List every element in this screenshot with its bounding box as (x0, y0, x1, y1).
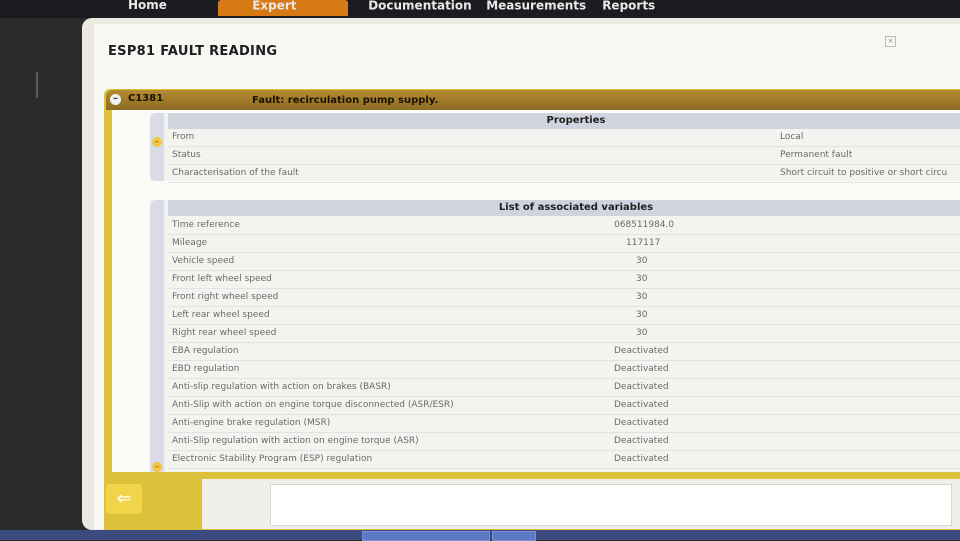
property-label: From (172, 132, 195, 142)
properties-collapse-icon[interactable]: – (152, 137, 162, 147)
variable-label: Anti-engine brake regulation (MSR) (172, 418, 331, 428)
fault-header[interactable]: – C1381 Fault: recirculation pump supply… (106, 90, 960, 110)
property-value: Permanent fault (780, 150, 853, 160)
variables-collapse-icon[interactable]: – (152, 462, 162, 472)
table-row: Anti-Slip regulation with action on engi… (168, 433, 960, 451)
variable-label: Vehicle speed (172, 256, 235, 266)
variable-label: Anti-Slip with action on engine torque d… (172, 400, 454, 410)
tab-expert[interactable]: Expert (218, 0, 348, 16)
property-label: Status (172, 150, 201, 160)
variable-value: Deactivated (614, 454, 669, 464)
variable-label: Front right wheel speed (172, 292, 279, 302)
back-arrow-icon: ⇐ (116, 488, 132, 509)
table-row: Mileage 117117 (168, 235, 960, 253)
variable-value: 117117 (626, 238, 661, 248)
variable-value: Deactivated (614, 436, 669, 446)
fault-description: Fault: recirculation pump supply. (252, 95, 439, 106)
table-row: Anti-Slip with action on engine torque d… (168, 397, 960, 415)
app-window-content: × ESP81 FAULT READING – C1381 Fault: rec… (94, 24, 960, 530)
table-row: Anti-slip regulation with action on brak… (168, 379, 960, 397)
screen-edge-mark (36, 72, 38, 98)
table-row: EBD regulation Deactivated (168, 361, 960, 379)
table-row: Front left wheel speed 30 (168, 271, 960, 289)
variable-value: 30 (636, 274, 648, 284)
fault-content: – Properties From Local Status Permanent… (112, 110, 960, 480)
table-row: Right rear wheel speed 30 (168, 325, 960, 343)
collapse-icon[interactable]: – (110, 94, 121, 105)
tab-expert-label: Expert (252, 0, 297, 13)
table-row: Front right wheel speed 30 (168, 289, 960, 307)
back-button[interactable]: ⇐ (106, 484, 142, 514)
property-row: From Local (168, 129, 960, 147)
measure-icon (462, 0, 476, 12)
property-value: Short circuit to positive or short circu (780, 168, 948, 178)
tab-reports-label: Reports (602, 0, 656, 13)
variable-value: 30 (636, 256, 648, 266)
table-row: Anti-engine brake regulation (MSR) Deact… (168, 415, 960, 433)
page-title: ESP81 FAULT READING (108, 44, 278, 59)
variables-panel: – List of associated variables Time refe… (150, 200, 960, 480)
expert-icon (228, 0, 242, 12)
variable-value: Deactivated (614, 400, 669, 410)
property-value: Local (780, 132, 804, 142)
variables-header: List of associated variables (168, 200, 960, 216)
variable-label: Left rear wheel speed (172, 310, 270, 320)
top-nav-bar: Home Expert Documentation Measurements R… (0, 0, 960, 18)
variable-value: 30 (636, 328, 648, 338)
variable-value: Deactivated (614, 382, 669, 392)
report-icon (578, 0, 592, 12)
variable-label: Anti-Slip regulation with action on engi… (172, 436, 419, 446)
variable-value: Deactivated (614, 364, 669, 374)
variable-label: Mileage (172, 238, 208, 248)
variable-label: Anti-slip regulation with action on brak… (172, 382, 391, 392)
table-row: Electronic Stability Program (ESP) regul… (168, 451, 960, 469)
properties-panel: – Properties From Local Status Permanent… (150, 113, 960, 183)
properties-panel-bar: – (150, 113, 164, 181)
property-row: Status Permanent fault (168, 147, 960, 165)
properties-header: Properties (168, 113, 960, 129)
footer-panel (202, 479, 960, 529)
variable-value: 30 (636, 292, 648, 302)
app-window: × ESP81 FAULT READING – C1381 Fault: rec… (82, 18, 960, 530)
tab-home-label: Home (128, 0, 167, 12)
variable-value: 068511984.0 (614, 220, 675, 230)
variable-value: Deactivated (614, 346, 669, 356)
table-row: Left rear wheel speed 30 (168, 307, 960, 325)
variable-label: Front left wheel speed (172, 274, 272, 284)
variable-label: Electronic Stability Program (ESP) regul… (172, 454, 373, 464)
variable-label: Right rear wheel speed (172, 328, 277, 338)
variable-label: Time reference (172, 220, 240, 230)
variable-label: EBD regulation (172, 364, 240, 374)
tab-reports[interactable]: Reports (568, 0, 665, 16)
book-icon (344, 0, 358, 12)
property-row: Characterisation of the fault Short circ… (168, 165, 960, 183)
taskbar (0, 530, 960, 541)
tab-home[interactable]: Home (118, 0, 177, 16)
table-row: Time reference 068511984.0 (168, 217, 960, 235)
variable-value: Deactivated (614, 418, 669, 428)
variable-label: EBA regulation (172, 346, 239, 356)
table-row: EBA regulation Deactivated (168, 343, 960, 361)
close-icon[interactable]: × (885, 36, 896, 47)
variables-panel-bar: – (150, 200, 164, 480)
variable-value: 30 (636, 310, 648, 320)
property-label: Characterisation of the fault (172, 168, 299, 178)
table-row: Vehicle speed 30 (168, 253, 960, 271)
message-box (270, 484, 952, 526)
fault-code: C1381 (128, 93, 164, 104)
